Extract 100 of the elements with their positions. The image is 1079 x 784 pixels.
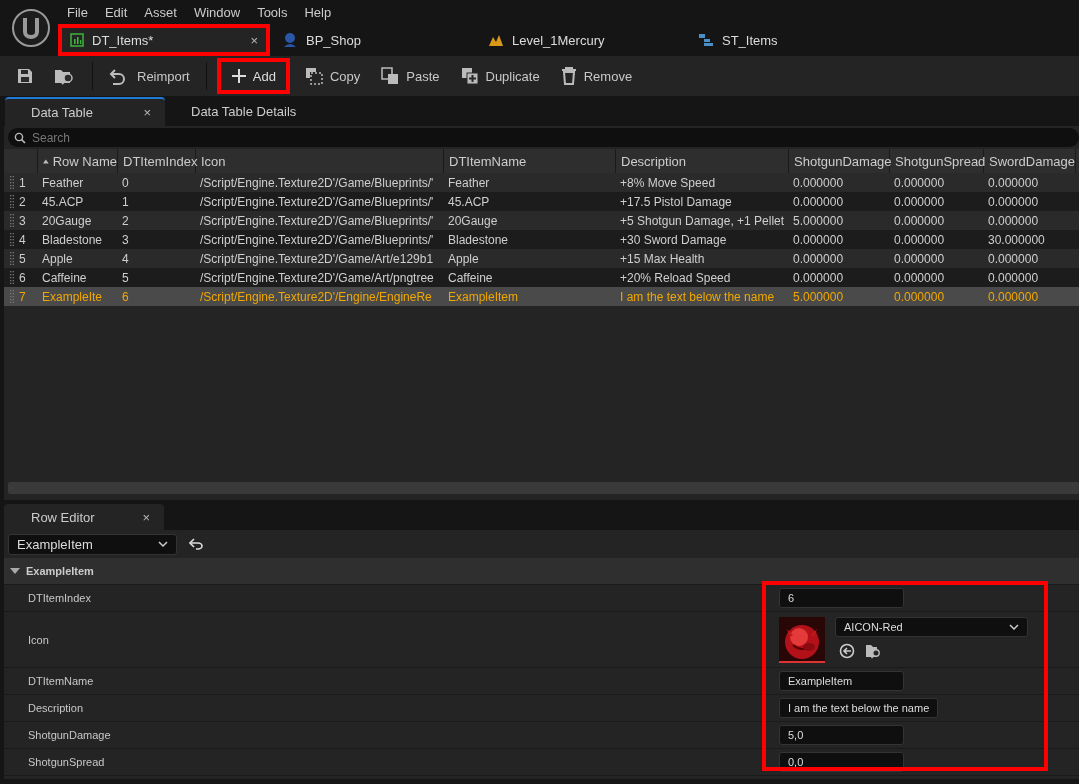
property-label: ShotgunSpread: [27, 756, 106, 768]
drag-handle-icon[interactable]: [10, 214, 14, 227]
property-label: DTItemName: [27, 675, 95, 687]
row-number: 6: [19, 270, 26, 285]
menu-item[interactable]: Window: [188, 4, 253, 20]
input-field[interactable]: 6: [779, 588, 904, 608]
table-cell: 0.000000: [988, 194, 1039, 209]
caret-icon: [1009, 623, 1019, 630]
menu-item[interactable]: Edit: [99, 4, 140, 20]
undo-icon[interactable]: [189, 538, 203, 550]
table-cell: 0.000000: [894, 175, 945, 190]
toolbar-button[interactable]: Paste: [370, 62, 450, 90]
logo-icon[interactable]: [11, 8, 51, 48]
table-cell: +15 Max Health: [620, 251, 705, 266]
table-cell: 2: [122, 213, 129, 228]
table-cell: 5.000000: [793, 289, 844, 304]
expand-arrow-icon: [10, 568, 20, 574]
trash-icon: [559, 66, 578, 86]
table-cell: +8% Move Speed: [620, 175, 716, 190]
table-cell: I am the text below the name: [620, 289, 775, 304]
table-cell: 45.ACP: [448, 194, 490, 209]
table-cell: 20Gauge: [448, 213, 498, 228]
input-field[interactable]: I am the text below the name: [779, 698, 939, 718]
row-number: 7: [19, 289, 26, 304]
asset-dropdown[interactable]: AICON-Red: [835, 616, 1028, 637]
close-button[interactable]: ×: [250, 32, 258, 48]
table-cell: 1: [122, 194, 129, 209]
structure-icon: [698, 33, 714, 47]
table-cell: ExampleItem: [448, 289, 519, 304]
table-row[interactable]: 5 Apple 4 /Script/Engine.Texture2D'/Game/Art/e129b1 Apple +15 Max Health 0.000000 0.000000 0.000000: [4, 249, 1079, 268]
panel-tab[interactable]: Data Table ×: [5, 97, 165, 126]
row-number: 1: [19, 175, 26, 190]
table-cell: Bladestone: [42, 232, 103, 247]
use-selected-icon[interactable]: [839, 642, 855, 659]
toolbar-button[interactable]: Duplicate: [449, 62, 550, 90]
table-cell: /Script/Engine.Texture2D'/Game/Blueprints/': [200, 175, 434, 190]
row-number: 3: [19, 213, 26, 228]
table-cell: 0.000000: [988, 175, 1039, 190]
input-field[interactable]: 5,0: [779, 725, 904, 745]
toolbar-button[interactable]: Reimport: [99, 62, 200, 90]
panel-tab[interactable]: Data Table Details: [165, 97, 311, 126]
document-tab[interactable]: Level_1Mercury: [480, 28, 690, 52]
drag-handle-icon[interactable]: [10, 176, 14, 189]
drag-handle-icon[interactable]: [10, 271, 14, 284]
table-cell: /Script/Engine.Texture2D'/Game/Blueprints/': [200, 232, 434, 247]
menu-item[interactable]: File: [62, 4, 100, 20]
close-button[interactable]: ×: [142, 509, 150, 525]
table-cell: 0.000000: [894, 270, 945, 285]
table-cell: Caffeine: [448, 270, 493, 285]
search-icon: [14, 131, 26, 144]
table-row[interactable]: 7 ExampleIte 6 /Script/Engine.Texture2D'/Engine/EngineRe ExampleItem I am the text below the name 5.000000 0.000000 0.000000: [4, 287, 1079, 306]
input-field[interactable]: ExampleItem: [779, 671, 904, 691]
document-tab[interactable]: BP_Shop: [274, 28, 480, 52]
table-cell: 0.000000: [793, 251, 844, 266]
toolbar-button[interactable]: Copy: [293, 62, 371, 90]
table-cell: /Script/Engine.Texture2D'/Game/Art/e129b1: [200, 251, 434, 266]
table-row[interactable]: 4 Bladestone 3 /Script/Engine.Texture2D'/Game/Blueprints/' Bladestone +30 Sword Damage 0.000000 0.000000 30.000000: [4, 230, 1079, 249]
table-cell: 0.000000: [894, 232, 945, 247]
save-icon: [16, 67, 34, 85]
folder-search-icon: [54, 67, 76, 85]
table-cell: 45.ACP: [42, 194, 84, 209]
toolbar-button[interactable]: Remove: [549, 62, 643, 90]
table-cell: Caffeine: [42, 270, 87, 285]
table-cell: ExampleIte: [42, 289, 103, 304]
table-cell: 30.000000: [988, 232, 1045, 247]
toolbar-button[interactable]: Add: [220, 62, 286, 90]
table-row[interactable]: 1 Feather 0 /Script/Engine.Texture2D'/Game/Blueprints/' Feather +8% Move Speed 0.000000 0.000000 0.000000: [4, 173, 1079, 192]
property-label: Description: [27, 702, 85, 714]
folder-search-icon[interactable]: [865, 642, 882, 659]
table-cell: 3: [122, 232, 129, 247]
table-row[interactable]: 3 20Gauge 2 /Script/Engine.Texture2D'/Game/Blueprints/' 20Gauge +5 Shotgun Damage, +1 Pellet 5.000000 0.000000 0.000000: [4, 211, 1079, 230]
table-cell: 0.000000: [894, 213, 945, 228]
table-cell: 4: [122, 251, 129, 266]
panel-tab[interactable]: Row Editor ×: [4, 504, 164, 530]
table-cell: Feather: [42, 175, 84, 190]
category-header[interactable]: ExampleItem: [4, 558, 1079, 585]
table-row[interactable]: 6 Caffeine 5 /Script/Engine.Texture2D'/Game/Art/pngtree Caffeine +20% Reload Speed 0.000000 0.000000 0.000000: [4, 268, 1079, 287]
document-tab[interactable]: ST_Items: [690, 28, 820, 52]
drag-handle-icon[interactable]: [10, 195, 14, 208]
menu-item[interactable]: Asset: [139, 4, 189, 20]
table-cell: 0.000000: [793, 194, 844, 209]
menu-item[interactable]: Help: [299, 4, 344, 20]
menu-item[interactable]: Tools: [252, 4, 300, 20]
table-cell: 5.000000: [793, 213, 844, 228]
row-dropdown[interactable]: ExampleItem: [8, 533, 177, 555]
drag-handle-icon[interactable]: [10, 233, 14, 246]
table-row[interactable]: 2 45.ACP 1 /Script/Engine.Texture2D'/Game/Blueprints/' 45.ACP +17.5 Pistol Damage 0.000000 0.000000 0.000000: [4, 192, 1079, 211]
table-cell: 20Gauge: [42, 213, 92, 228]
copy-icon: [303, 66, 324, 86]
table-cell: 0.000000: [894, 194, 945, 209]
table-cell: Feather: [448, 175, 490, 190]
table-cell: +20% Reload Speed: [620, 270, 731, 285]
property-label: Icon: [27, 633, 50, 646]
paste-icon: [380, 66, 401, 86]
row-number: 5: [19, 251, 26, 266]
drag-handle-icon[interactable]: [10, 252, 14, 265]
table-cell: +30 Sword Damage: [620, 232, 727, 247]
close-button[interactable]: ×: [143, 105, 151, 120]
table-cell: 0: [122, 175, 129, 190]
drag-handle-icon[interactable]: [10, 290, 14, 303]
